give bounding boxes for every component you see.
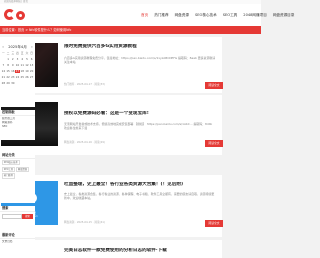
control-panel-list: 服务器工具 网站源码 SEO	[2, 117, 33, 130]
post-excerpt: 六百多G实用资源教程免费分享，链接地址：https://pan.baidu.co…	[64, 56, 216, 65]
nav-item-home[interactable]: 首页	[138, 12, 151, 18]
list-item[interactable]: 文章归档	[2, 240, 33, 244]
calendar-weekday: 日	[30, 51, 33, 55]
widget-title: 最新评论	[0, 233, 35, 239]
calendar-day	[29, 82, 34, 85]
control-panel-widget: 控制面板 服务器工具 网站源码 SEO	[0, 110, 35, 140]
post-excerpt: 无须网站开发者或技术支持，便捷高效地完成安装部署 【授权】 https://pa…	[64, 122, 213, 131]
recent-comments-widget: 最新评论 文章归档	[0, 233, 35, 258]
post-title[interactable]: 吐血整理，史上最全！各行业各类资源大合集！(！见后附)	[64, 182, 218, 188]
calendar-day[interactable]: 13	[29, 63, 34, 67]
nav-item-seo-tools[interactable]: SEO工具	[220, 12, 241, 18]
nav-item-2048[interactable]: 2048网赚项目	[240, 12, 270, 18]
widget-title: 搜索	[0, 206, 35, 212]
post-excerpt: 史上最全，各类资源合集，各行各业的资源、各种课程、电子书籍、软件工具全都有，需要…	[64, 192, 215, 201]
read-more-button[interactable]: 阅读全文	[205, 220, 223, 227]
calendar-day[interactable]: 27	[29, 75, 34, 79]
calendar-grid: 一二三四五六日 1 2 3 4 5 6 7 8 9 10 11 12 13 14 15 16 17 18 19 20 21…	[1, 51, 34, 85]
main-nav: 首页 热门推荐 网盘资源 SEO核心技术 SEO工具 2048网赚项目 网盘资源…	[138, 12, 297, 18]
calendar-title: 2025年4月	[8, 45, 27, 49]
site-header: 首页 热门推荐 网盘资源 SEO核心技术 SEO工具 2048网赚项目 网盘资源…	[0, 4, 294, 26]
category-tag[interactable]: 网盘资源	[16, 166, 29, 172]
category-tags: SEO核心技术 SEO工具 网盘资源 热门推荐	[2, 160, 33, 179]
post-title[interactable]: 限时免费提供六百多G实用资源教程	[64, 44, 218, 50]
category-tag[interactable]: SEO工具	[2, 166, 15, 172]
nav-item-directory[interactable]: 网盘资源目录	[270, 12, 298, 18]
search-button[interactable]: 搜索	[22, 214, 33, 219]
list-item[interactable]: SEO	[2, 125, 33, 129]
post-meta: 热门推荐 · 2025-04-17 · 阅读(33)	[64, 83, 105, 86]
category-tag[interactable]: SEO核心技术	[2, 160, 20, 166]
calendar-day[interactable]: 6	[29, 57, 34, 61]
post-title[interactable]: 授权以免费源码必看：这是一个变现宝库!	[64, 111, 218, 117]
category-tag[interactable]: 热门推荐	[2, 173, 15, 179]
site-logo[interactable]	[4, 9, 28, 21]
breadcrumb: 当前位置：首页 > Nfc软件是什么？如何使用Nfc	[2, 28, 72, 32]
recent-list: 文章归档	[2, 240, 33, 244]
nav-item-hot[interactable]: 热门推荐	[151, 12, 171, 18]
post-meta: 网盘资源 · 2025-04-15 · 阅读(41)	[64, 221, 105, 224]
next-month-button[interactable]: »	[31, 45, 33, 49]
category-widget: 网站分类 SEO核心技术 SEO工具 网盘资源 热门推荐	[0, 153, 35, 203]
search-input[interactable]	[2, 214, 22, 219]
widget-title: 网站分类	[0, 153, 35, 159]
post-title[interactable]: 完美日志软件一款免费使用的分析日志的软件·下载	[64, 248, 218, 254]
calendar-day[interactable]: 20	[29, 69, 34, 73]
widget-title: 控制面板	[0, 110, 35, 116]
search-widget: 搜索 搜索	[0, 206, 35, 230]
read-more-button[interactable]: 阅读全文	[205, 82, 223, 89]
nav-item-seo-tech[interactable]: SEO核心技术	[192, 12, 220, 18]
post-meta: 网盘资源 · 2025-04-16 · 阅读(29)	[64, 141, 105, 144]
nav-item-netdisk[interactable]: 网盘资源	[172, 12, 192, 18]
calendar-widget: « 2025年4月 » 一二三四五六日 1 2 3 4 5 6 7 8 9 10 11 12 13 14 15…	[0, 37, 35, 107]
read-more-button[interactable]: 阅读全文	[205, 140, 223, 147]
